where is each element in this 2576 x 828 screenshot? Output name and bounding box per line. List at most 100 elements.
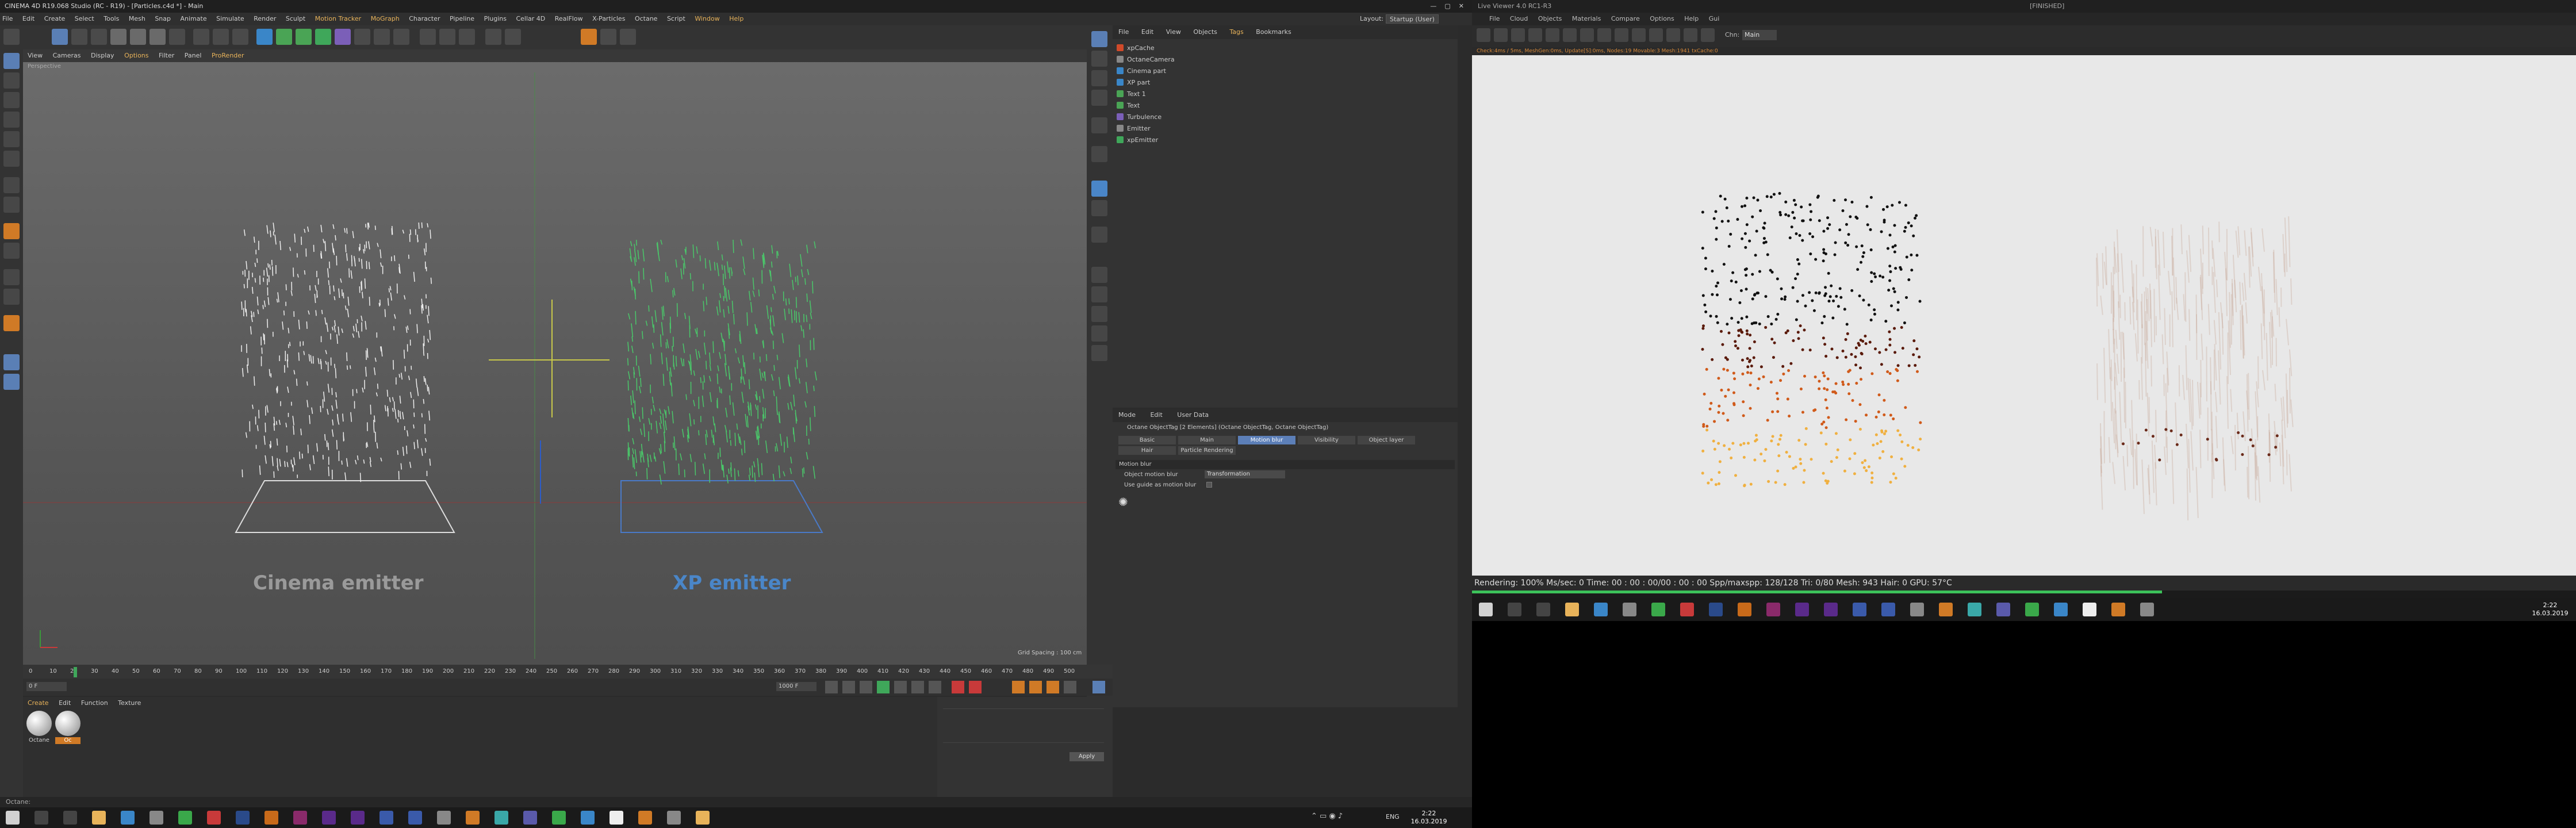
settings-gear-icon[interactable]: [1563, 28, 1577, 42]
snap-icon[interactable]: [485, 29, 501, 45]
after-effects-icon[interactable]: [322, 811, 336, 825]
cube-icon[interactable]: [256, 29, 273, 45]
attr-menu-userdata[interactable]: User Data: [1177, 411, 1209, 419]
stop-icon[interactable]: [1528, 28, 1542, 42]
app-icon-5[interactable]: [1996, 603, 2010, 616]
file-explorer-icon[interactable]: [92, 811, 106, 825]
settings-icon[interactable]: [1091, 146, 1107, 162]
menu-simulate[interactable]: Simulate: [216, 15, 244, 22]
snap-settings-icon[interactable]: [3, 197, 20, 213]
object-motion-blur-dropdown[interactable]: Transformation: [1205, 470, 1285, 478]
app-icon-2[interactable]: [437, 811, 451, 825]
object-row[interactable]: OctaneCamera: [1117, 54, 1439, 66]
chrome-icon[interactable]: [178, 811, 192, 825]
app-icon-4[interactable]: [494, 811, 508, 825]
mat-menu-create[interactable]: Create: [28, 699, 49, 707]
spline-icon[interactable]: [276, 29, 292, 45]
mat-menu-function[interactable]: Function: [81, 699, 108, 707]
app-icon-2[interactable]: [1910, 603, 1924, 616]
menu-sculpt[interactable]: Sculpt: [286, 15, 305, 22]
taskbar-clock[interactable]: 2:22 16.03.2019: [1409, 810, 1449, 826]
deformer-icon[interactable]: [335, 29, 351, 45]
texture-mode-icon[interactable]: [3, 72, 20, 89]
vp-menu-filter[interactable]: Filter: [159, 52, 174, 59]
menu-edit[interactable]: Edit: [22, 15, 34, 22]
region-icon[interactable]: [1580, 28, 1594, 42]
menu-mesh[interactable]: Mesh: [129, 15, 145, 22]
material-swatch[interactable]: [26, 711, 52, 736]
mat-menu-edit[interactable]: Edit: [59, 699, 71, 707]
autokey-icon[interactable]: [969, 681, 982, 693]
list-icon-3[interactable]: [1091, 325, 1107, 342]
obj-menu-view[interactable]: View: [1166, 28, 1181, 36]
z-axis-icon[interactable]: [150, 29, 166, 45]
obj-menu-file[interactable]: File: [1118, 28, 1129, 36]
use-guide-checkbox[interactable]: [1206, 482, 1212, 488]
attr-menu-mode[interactable]: Mode: [1118, 411, 1136, 419]
solo-icon[interactable]: [3, 243, 20, 259]
attr-tab-main[interactable]: Main: [1178, 436, 1236, 444]
attr-tab-visibility[interactable]: Visibility: [1298, 436, 1355, 444]
edge-mode-icon[interactable]: [439, 29, 455, 45]
opera-icon[interactable]: [207, 811, 221, 825]
prev-frame-icon[interactable]: [860, 681, 872, 693]
attr-tab-particle-rendering[interactable]: Particle Rendering: [1178, 446, 1236, 455]
play-icon[interactable]: [877, 681, 890, 693]
app-icon[interactable]: [1623, 603, 1636, 616]
attr-tab-hair[interactable]: Hair: [1118, 446, 1176, 455]
pick-focus-icon[interactable]: [1615, 28, 1628, 42]
menu-octane[interactable]: Octane: [635, 15, 658, 22]
camera-nav-icon[interactable]: [1091, 51, 1107, 67]
app-icon-9[interactable]: [2140, 603, 2154, 616]
menu-file[interactable]: File: [2, 15, 13, 22]
o-menu-help[interactable]: Help: [1684, 15, 1699, 22]
app-icon-3[interactable]: [1939, 603, 1953, 616]
o-menu-compare[interactable]: Compare: [1611, 15, 1640, 22]
restart-icon[interactable]: [1494, 28, 1508, 42]
menu-animate[interactable]: Animate: [181, 15, 207, 22]
keyframe-scale-icon[interactable]: [1046, 681, 1059, 693]
render-settings-icon[interactable]: [232, 29, 248, 45]
vp-menu-prorender[interactable]: ProRender: [212, 52, 244, 59]
octane-material-icon[interactable]: [620, 29, 636, 45]
attr-menu-edit[interactable]: Edit: [1150, 411, 1162, 419]
next-frame-icon[interactable]: [894, 681, 907, 693]
indesign-icon[interactable]: [293, 811, 307, 825]
menu-snap[interactable]: Snap: [155, 15, 171, 22]
zoom-in-icon[interactable]: [1632, 28, 1646, 42]
menu-motion-tracker[interactable]: Motion Tracker: [315, 15, 361, 22]
menu-mograph[interactable]: MoGraph: [371, 15, 400, 22]
app-icon-10[interactable]: [696, 811, 710, 825]
photoshop-icon[interactable]: [236, 811, 250, 825]
octane-settings-icon[interactable]: [600, 29, 616, 45]
object-row[interactable]: Cinema part: [1117, 66, 1439, 77]
render-picture-viewer-icon[interactable]: [213, 29, 229, 45]
o-menu-objects[interactable]: Objects: [1538, 15, 1562, 22]
array-icon[interactable]: [315, 29, 331, 45]
o-menu-gui[interactable]: Gui: [1709, 15, 1720, 22]
vp-menu-view[interactable]: View: [28, 52, 43, 59]
taskbar-clock[interactable]: 2:22 16.03.2019: [2530, 601, 2570, 618]
object-row[interactable]: Text: [1117, 100, 1439, 112]
app-icon-8[interactable]: [2111, 603, 2125, 616]
playhead[interactable]: [74, 667, 77, 677]
viewport-layout-icon[interactable]: [1091, 31, 1107, 47]
x-axis-icon[interactable]: [110, 29, 126, 45]
layer-icon[interactable]: [1091, 267, 1107, 283]
object-row[interactable]: Text 1: [1117, 89, 1439, 100]
goto-start-icon[interactable]: [825, 681, 838, 693]
apply-button[interactable]: Apply: [1070, 752, 1104, 761]
list-icon-4[interactable]: [1091, 345, 1107, 361]
after-effects-icon[interactable]: [1795, 603, 1809, 616]
menu-script[interactable]: Script: [667, 15, 685, 22]
app-icon-7[interactable]: [2054, 603, 2068, 616]
obj-menu-bookmarks[interactable]: Bookmarks: [1256, 28, 1291, 36]
mail-icon[interactable]: [121, 811, 135, 825]
menu-realflow[interactable]: RealFlow: [555, 15, 583, 22]
menu-xparticles[interactable]: X-Particles: [592, 15, 625, 22]
planar-workplane-icon[interactable]: [3, 289, 20, 305]
object-row[interactable]: xpEmitter: [1117, 135, 1439, 146]
lock-icon[interactable]: [1597, 28, 1611, 42]
menu-plugins[interactable]: Plugins: [484, 15, 507, 22]
vp-menu-display[interactable]: Display: [91, 52, 114, 59]
